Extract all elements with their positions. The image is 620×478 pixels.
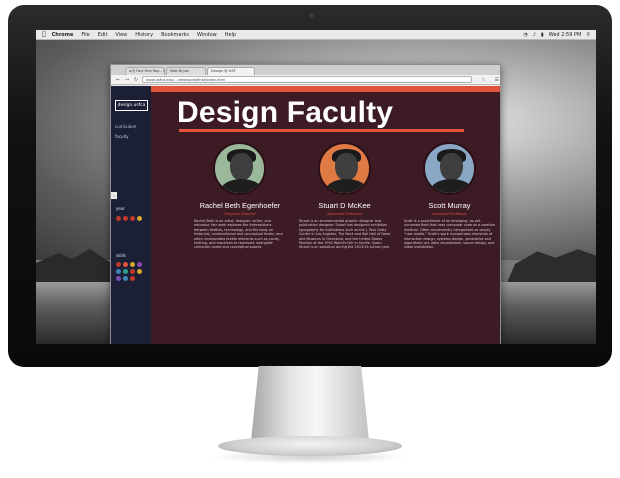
filter-dot[interactable] [116, 276, 121, 281]
menu-help[interactable]: Help [225, 32, 236, 38]
star-icon[interactable]: ☆ [481, 77, 485, 83]
tab-strip: u(f) Fact Hire Rep - Goo... Matt Bryan D… [111, 65, 500, 75]
filter-dot[interactable] [123, 269, 128, 274]
monitor-bezel:  Chrome File Edit View History Bookmark… [8, 5, 612, 367]
filter-dot[interactable] [123, 276, 128, 281]
monitor-stand-neck [251, 366, 369, 440]
filter-dot[interactable] [130, 216, 135, 221]
filter-toggle-button[interactable]: ‹ [111, 192, 117, 199]
faculty-bio: Stuart is an environmental graphic desig… [299, 219, 391, 250]
portrait-shoulders [431, 179, 472, 193]
faculty-bio: Scott is a practitioner of an emerging, … [404, 219, 495, 250]
menu-file[interactable]: File [81, 32, 89, 38]
portrait-shoulders [221, 179, 262, 193]
nav-link-curriculum[interactable]: curriculum [115, 124, 136, 129]
faculty-bio: Rachel Beth is an artist, designer, writ… [194, 219, 283, 250]
faculty-portrait[interactable] [423, 142, 476, 195]
reload-icon[interactable]: ↻ [133, 77, 139, 83]
site-logo[interactable]: design.usfca [115, 100, 148, 111]
mac-menu-bar:  Chrome File Edit View History Bookmark… [36, 30, 596, 40]
desktop-screen:  Chrome File Edit View History Bookmark… [36, 30, 596, 344]
header-accent-stripe [151, 86, 500, 92]
tab-matt-bryan[interactable]: Matt Bryan [166, 67, 206, 75]
faculty-name[interactable]: Rachel Beth Egenhoefer [199, 201, 281, 210]
faculty-name[interactable]: Scott Murray [407, 201, 492, 210]
portrait-face [230, 153, 253, 181]
filter-dot[interactable] [123, 216, 128, 221]
browser-toolbar: ← → ↻ www.usfca.edu/...views/peb/final/i… [111, 75, 500, 85]
nav-link-faculty[interactable]: faculty [115, 134, 129, 139]
filter-dot[interactable] [137, 262, 142, 267]
forward-icon[interactable]: → [124, 77, 130, 83]
menu-edit[interactable]: Edit [98, 32, 108, 38]
page-title: Design Faculty [177, 96, 394, 129]
menu-window[interactable]: Window [197, 32, 217, 38]
monitor-stand-base [218, 436, 402, 456]
skills-filter-label: skills [116, 253, 126, 258]
tab-design-usf[interactable]: Design @ USF [207, 67, 255, 75]
browser-window: u(f) Fact Hire Rep - Goo... Matt Bryan D… [110, 64, 501, 344]
webcam [309, 13, 314, 18]
filter-dot[interactable] [116, 269, 121, 274]
faculty-portrait[interactable] [213, 142, 266, 195]
filter-dot[interactable] [123, 262, 128, 267]
portrait-face [440, 153, 463, 181]
back-icon[interactable]: ← [115, 77, 121, 83]
menu-view[interactable]: View [115, 32, 127, 38]
menu-clock[interactable]: Wed 2:59 PM [549, 32, 582, 38]
volume-icon[interactable]: ♪ [533, 32, 536, 38]
menu-history[interactable]: History [135, 32, 153, 38]
filter-dot[interactable] [130, 262, 135, 267]
tab-fact-hire[interactable]: u(f) Fact Hire Rep - Goo... [125, 67, 165, 75]
faculty-role: Program Director [224, 212, 256, 216]
faculty-role: Assistant Professor [432, 212, 467, 216]
faculty-portrait[interactable] [318, 142, 371, 195]
filter-dot[interactable] [130, 276, 135, 281]
chrome-menu-icon[interactable]: ☰ [494, 77, 498, 83]
portrait-face [335, 153, 358, 181]
filter-dot[interactable] [137, 269, 142, 274]
filter-dot[interactable] [116, 262, 121, 267]
web-page: design.usfca curriculum faculty ‹ year s… [111, 86, 500, 344]
portrait-shoulders [326, 179, 367, 193]
site-sidebar: design.usfca curriculum faculty ‹ year s… [111, 86, 151, 344]
filter-dot[interactable] [137, 216, 142, 221]
menu-chrome[interactable]: Chrome [52, 32, 74, 38]
address-bar[interactable]: www.usfca.edu/...views/peb/final/index.h… [142, 76, 472, 83]
apple-icon[interactable]:  [42, 31, 46, 38]
faculty-name[interactable]: Stuart D McKee [303, 201, 386, 210]
year-filter-label: year [116, 206, 125, 211]
wifi-icon[interactable]: ◔ [523, 32, 527, 38]
menu-extras: ◔ ♪ ▮ Wed 2:59 PM ⚲ [523, 30, 590, 40]
filter-dot[interactable] [130, 269, 135, 274]
spotlight-icon[interactable]: ⚲ [586, 32, 590, 38]
battery-icon[interactable]: ▮ [541, 32, 544, 38]
faculty-role: Associate Professor [326, 212, 363, 216]
menu-bookmarks[interactable]: Bookmarks [161, 32, 189, 38]
title-underline [179, 129, 464, 132]
filter-dot[interactable] [116, 216, 121, 221]
